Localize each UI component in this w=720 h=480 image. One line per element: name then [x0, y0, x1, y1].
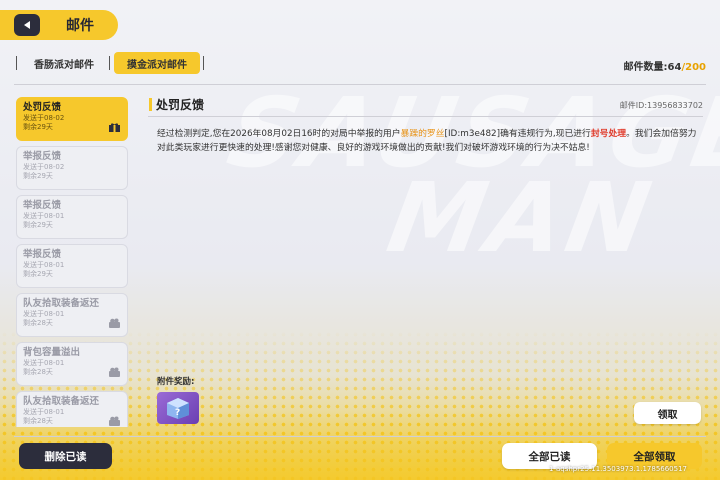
mail-item-sent: 发送于08-01 — [23, 261, 65, 269]
ban-action-text: 封号处理 — [590, 129, 627, 139]
mail-item-sent: 发送于08-02 — [23, 114, 65, 122]
mail-item-sent: 发送于08-01 — [23, 359, 65, 367]
mail-body: 经过检测判定,您在2026年08月02日16时的对局中举报的用户暴躁的罗丝[ID… — [157, 128, 705, 155]
mail-item-selected[interactable]: 处罚反馈 发送于08-02 剩余29天 — [16, 97, 128, 141]
mail-item-remain: 剩余29天 — [23, 221, 53, 229]
user-id-watermark: 1-aqshpr25.11.3503973.1.1785660517 — [549, 465, 687, 473]
mail-count: 邮件数量:64/200 — [624, 58, 706, 73]
tab-treasure-party-mail[interactable]: 摸金派对邮件 — [114, 52, 200, 74]
package-icon — [109, 367, 120, 377]
mail-item-remain: 剩余29天 — [23, 172, 53, 180]
mail-list[interactable]: 处罚反馈 发送于08-02 剩余29天 举报反馈 发送于08-02 剩余29天 … — [16, 97, 128, 427]
mail-item-remain: 剩余28天 — [23, 417, 53, 425]
tab-sausage-party-mail[interactable]: 香肠派对邮件 — [22, 52, 106, 74]
tab-divider — [203, 56, 204, 70]
package-icon — [109, 416, 120, 426]
mail-item-title: 队友拾取装备返还 — [23, 298, 100, 309]
mystery-box-icon: ? — [167, 398, 189, 419]
tab-divider — [109, 56, 110, 70]
svg-text:?: ? — [175, 408, 180, 418]
mail-item[interactable]: 举报反馈 发送于08-01 剩余29天 — [16, 195, 128, 239]
detail-title-accent — [149, 98, 152, 111]
mail-item-title: 举报反馈 — [23, 200, 62, 211]
header-divider — [14, 84, 706, 85]
mail-count-label: 邮件数量: — [623, 62, 668, 73]
back-button[interactable] — [14, 14, 40, 36]
mail-item-sent: 发送于08-01 — [23, 408, 65, 416]
package-icon — [109, 318, 120, 328]
page-title: 邮件 — [66, 18, 94, 34]
mail-id: 邮件ID:13956833702 — [619, 101, 703, 110]
background-watermark-2: MAN — [380, 162, 663, 274]
mail-item[interactable]: 队友拾取装备返还 发送于08-01 剩余28天 — [16, 293, 128, 337]
mail-item-remain: 剩余28天 — [23, 368, 53, 376]
mail-item-sent: 发送于08-01 — [23, 212, 65, 220]
mail-item[interactable]: 举报反馈 发送于08-02 剩余29天 — [16, 146, 128, 190]
mail-body-part1: 经过检测判定,您在2026年08月02日16时的对局中举报的用户 — [157, 129, 401, 139]
mail-body-part2: [ID:m3e482]确有违规行为,现已进行 — [444, 129, 591, 139]
mail-item-title: 背包容量溢出 — [23, 347, 81, 358]
delete-read-button[interactable]: 删除已读 — [19, 443, 112, 469]
claim-button[interactable]: 领取 — [634, 402, 701, 424]
mail-item-title: 队友拾取装备返还 — [23, 396, 100, 407]
back-arrow-icon — [24, 21, 30, 29]
mail-item-remain: 剩余29天 — [23, 270, 53, 278]
mail-item-title: 处罚反馈 — [23, 102, 62, 113]
gift-icon — [109, 123, 120, 132]
mail-count-max: 200 — [685, 62, 706, 73]
attachment-label: 附件奖励: — [157, 377, 195, 387]
tab-divider — [16, 56, 17, 70]
attachment-item[interactable]: ? — [157, 392, 199, 424]
mail-item[interactable]: 队友拾取装备返还 发送于08-01 剩余28天 — [16, 391, 128, 427]
mail-item[interactable]: 举报反馈 发送于08-01 剩余29天 — [16, 244, 128, 288]
mail-item-remain: 剩余29天 — [23, 123, 53, 131]
mail-item-sent: 发送于08-02 — [23, 163, 65, 171]
mail-item-title: 举报反馈 — [23, 151, 62, 162]
reported-user-name: 暴躁的罗丝 — [400, 129, 445, 139]
mail-item[interactable]: 背包容量溢出 发送于08-01 剩余28天 — [16, 342, 128, 386]
mail-count-current: 64 — [667, 62, 682, 73]
footer-divider — [14, 436, 706, 437]
mail-item-title: 举报反馈 — [23, 249, 62, 260]
detail-divider — [148, 116, 703, 117]
detail-title: 处罚反馈 — [156, 98, 205, 112]
mail-item-sent: 发送于08-01 — [23, 310, 65, 318]
mail-item-remain: 剩余28天 — [23, 319, 53, 327]
